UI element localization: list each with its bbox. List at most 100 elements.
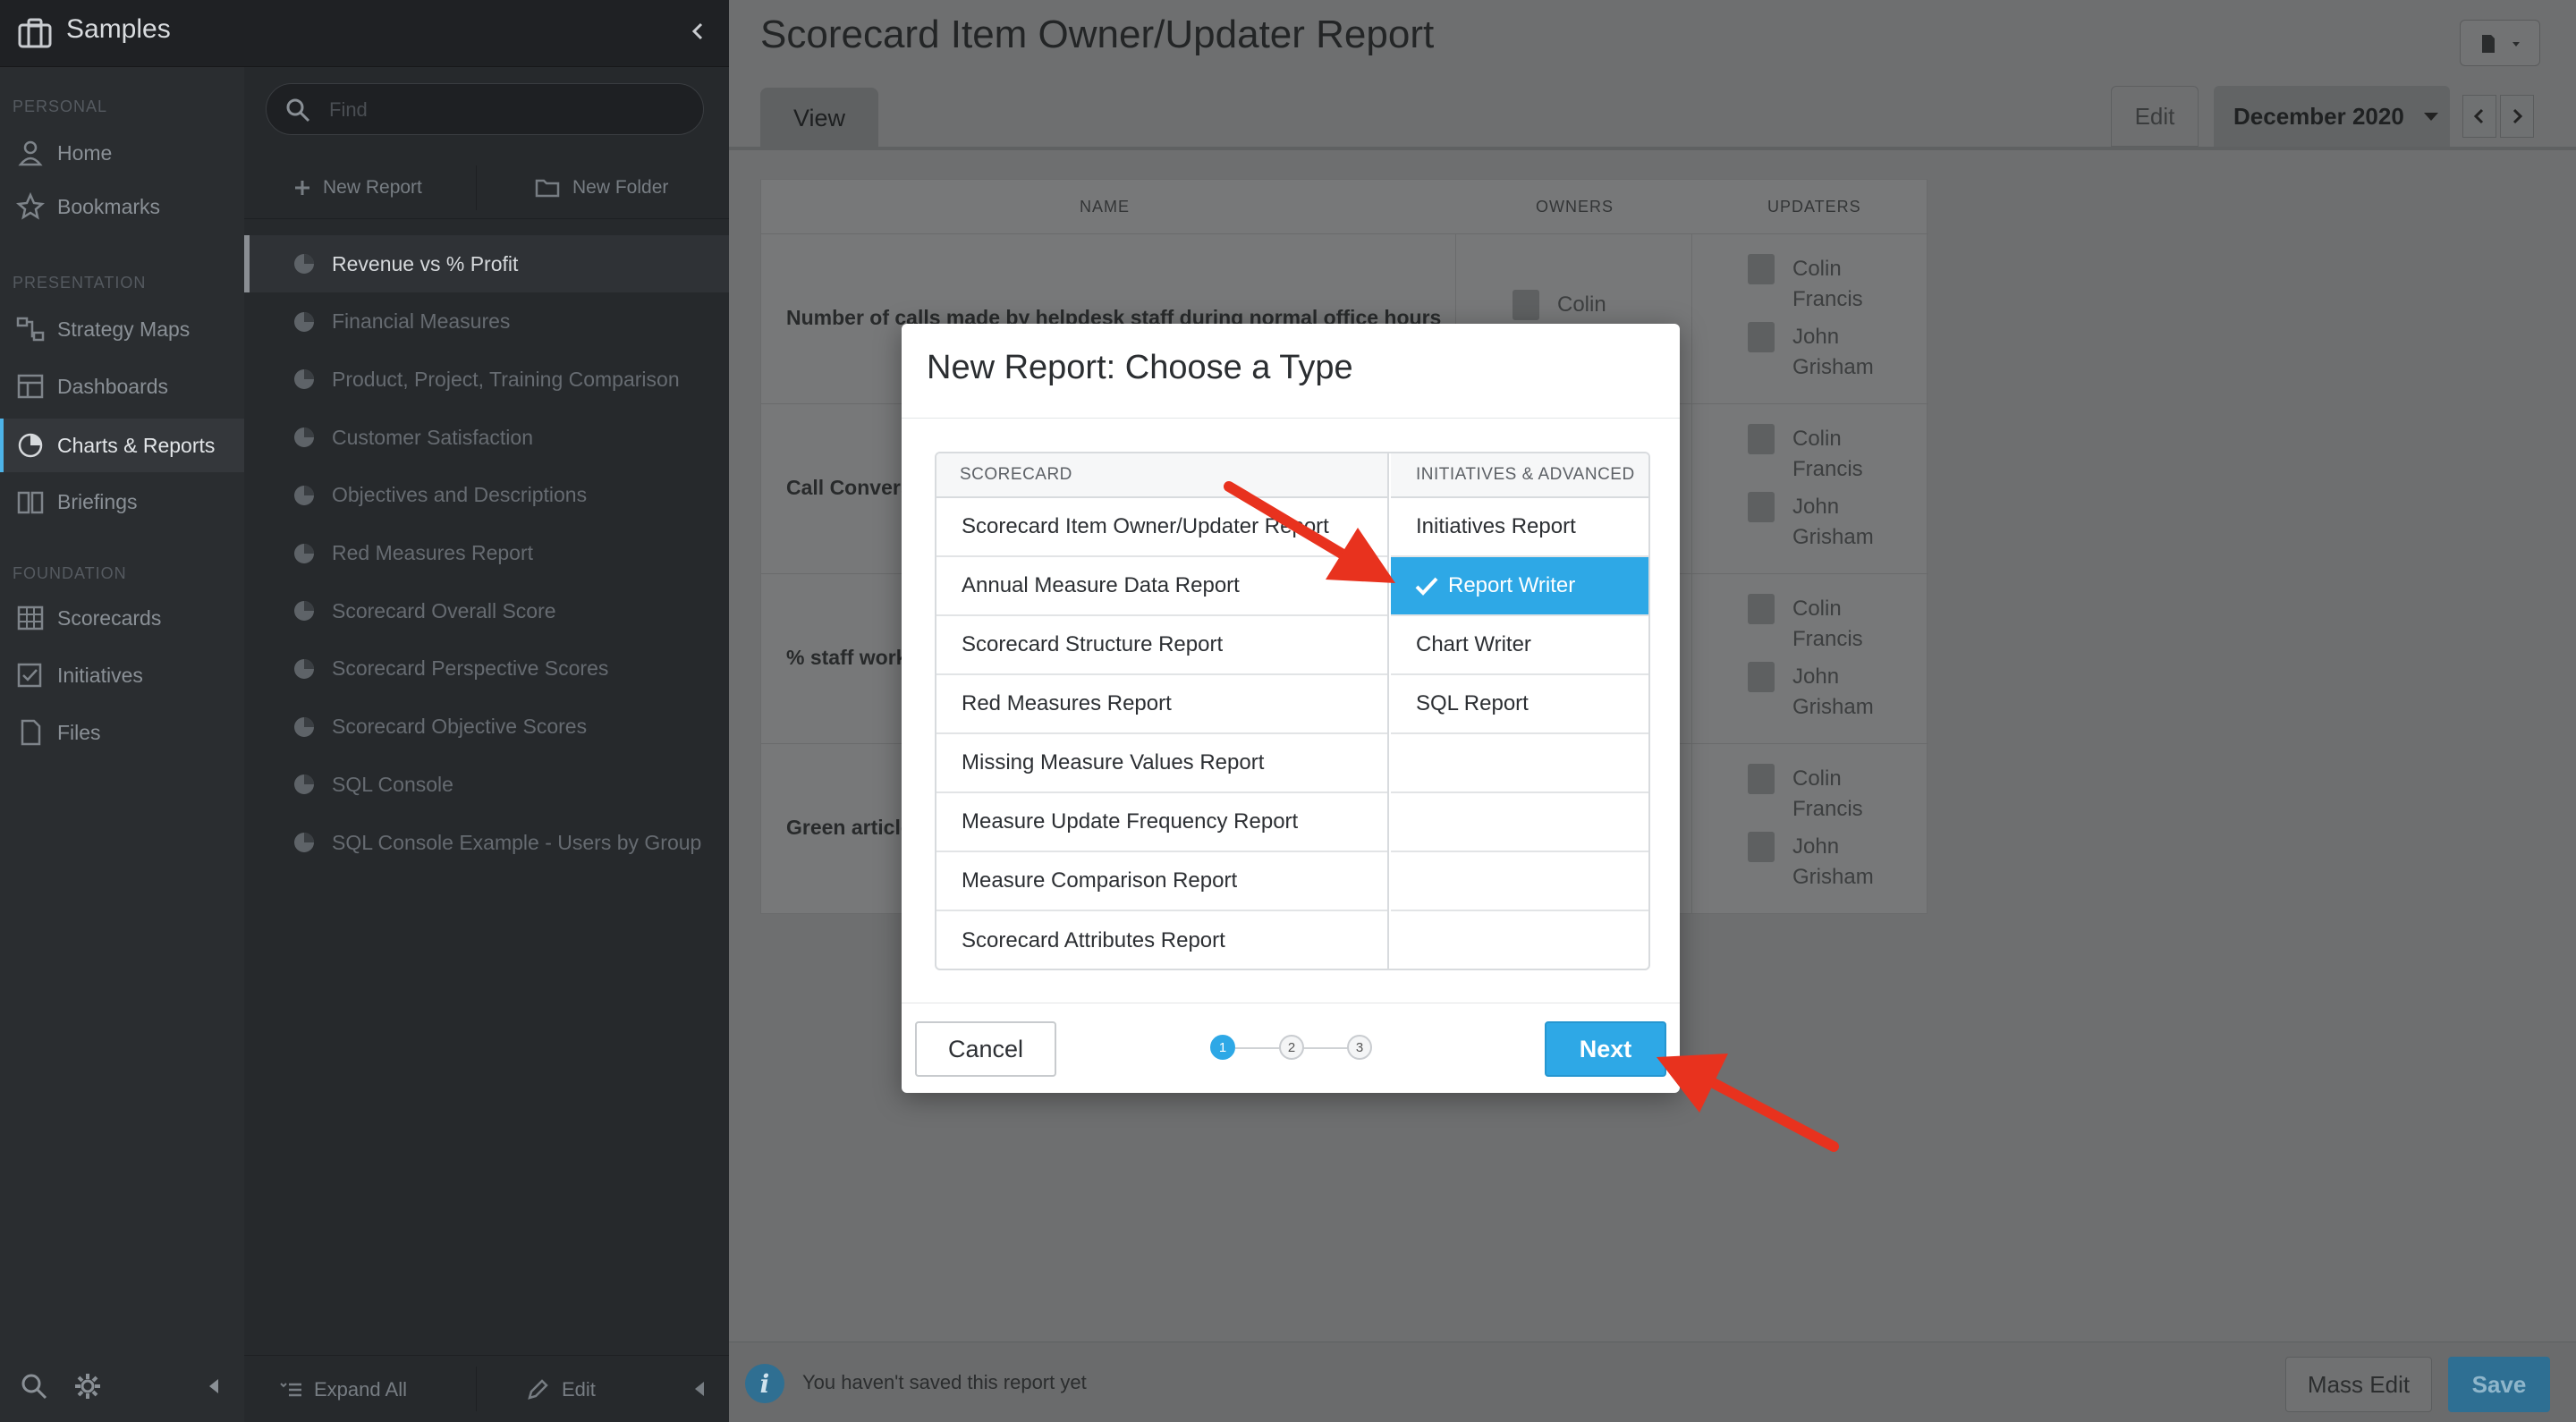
expand-icon xyxy=(280,1382,301,1396)
search-placeholder: Find xyxy=(329,98,368,121)
option-label: Report Writer xyxy=(1448,573,1576,597)
report-name: Customer Satisfaction xyxy=(332,425,533,449)
report-type-option[interactable]: Measure Update Frequency Report xyxy=(936,793,1387,852)
updater-name: Colin Francis xyxy=(1792,257,1863,311)
report-type-option[interactable]: Red Measures Report xyxy=(936,675,1387,734)
report-list-item[interactable]: Financial Measures xyxy=(244,293,729,351)
save-button[interactable]: Save xyxy=(2448,1357,2550,1412)
pie-chart-icon xyxy=(294,833,314,852)
sidebar-item-scorecards[interactable]: Scorecards xyxy=(0,591,244,645)
checkbox-icon xyxy=(17,663,42,688)
chevron-right-icon xyxy=(2512,108,2523,124)
sidebar-item-initiatives[interactable]: Initiatives xyxy=(0,648,244,702)
wizard-steps: 1 2 3 xyxy=(1210,1035,1373,1062)
plus-icon xyxy=(295,181,309,195)
report-list-item[interactable]: Customer Satisfaction xyxy=(244,409,729,466)
sidebar-item-charts-reports[interactable]: Charts & Reports xyxy=(0,419,244,472)
sidebar-item-label: Scorecards xyxy=(57,605,162,630)
sidebar-item-dashboards[interactable]: Dashboards xyxy=(0,360,244,413)
report-list-item[interactable]: Revenue vs % Profit xyxy=(244,235,729,292)
step-indicator: 2 xyxy=(1279,1035,1304,1060)
report-list-item[interactable]: Scorecard Overall Score xyxy=(244,582,729,639)
export-button[interactable] xyxy=(2460,20,2540,66)
tab-view[interactable]: View xyxy=(760,88,878,148)
empty-option-cell xyxy=(1391,734,1648,793)
report-type-option[interactable]: SQL Report xyxy=(1391,675,1648,734)
report-type-option[interactable]: Chart Writer xyxy=(1391,616,1648,675)
sidebar-item-briefings[interactable]: Briefings xyxy=(0,475,244,529)
app-brand[interactable]: Samples xyxy=(66,14,171,45)
gear-icon[interactable] xyxy=(73,1372,102,1401)
updater-cell: Colin Francis xyxy=(1748,254,1882,315)
option-label: Missing Measure Values Report xyxy=(962,750,1265,774)
sidebar-item-home[interactable]: Home xyxy=(0,126,244,180)
sidebar-item-label: Charts & Reports xyxy=(57,433,216,457)
pie-chart-icon xyxy=(18,433,43,458)
panel-footer: Expand All Edit xyxy=(244,1355,729,1422)
report-list-item[interactable]: Scorecard Objective Scores xyxy=(244,698,729,756)
sidebar-item-bookmarks[interactable]: Bookmarks xyxy=(0,180,244,233)
divider xyxy=(1691,404,1692,574)
pie-chart-icon xyxy=(294,311,314,332)
pie-chart-icon xyxy=(294,427,314,448)
report-type-option-selected[interactable]: Report Writer xyxy=(1391,557,1648,616)
expand-all-button[interactable]: Expand All xyxy=(280,1356,407,1422)
sidebar-item-label: Home xyxy=(57,140,113,165)
collapse-nav-icon[interactable] xyxy=(208,1377,220,1395)
report-type-option[interactable]: Initiatives Report xyxy=(1391,498,1648,557)
search-input[interactable]: Find xyxy=(266,83,704,135)
empty-option-cell xyxy=(1391,911,1648,969)
step-connector xyxy=(1235,1047,1280,1049)
info-icon: i xyxy=(745,1364,784,1403)
period-selector[interactable]: December 2020 xyxy=(2214,86,2450,147)
report-name: Objectives and Descriptions xyxy=(332,483,588,507)
report-list-item[interactable]: Red Measures Report xyxy=(244,525,729,582)
divider xyxy=(1691,234,1692,404)
next-period-button[interactable] xyxy=(2500,95,2534,138)
report-list-item[interactable]: SQL Console Example - Users by Group xyxy=(244,814,729,871)
report-type-option[interactable]: Measure Comparison Report xyxy=(936,852,1387,911)
report-name: SQL Console xyxy=(332,772,453,796)
updater-name: Colin Francis xyxy=(1792,766,1863,821)
report-type-option[interactable]: Scorecard Attributes Report xyxy=(936,911,1387,969)
report-name: Scorecard Perspective Scores xyxy=(332,656,609,681)
report-list-item[interactable]: Product, Project, Training Comparison xyxy=(244,351,729,408)
search-icon[interactable] xyxy=(20,1372,48,1401)
cancel-button[interactable]: Cancel xyxy=(915,1021,1056,1077)
sidebar-item-files[interactable]: Files xyxy=(0,706,244,759)
new-report-button[interactable]: New Report xyxy=(294,157,422,219)
updater-name: John Grisham xyxy=(1792,325,1874,379)
sidebar-item-strategy-maps[interactable]: Strategy Maps xyxy=(0,302,244,356)
report-type-option[interactable]: Scorecard Structure Report xyxy=(936,616,1387,675)
report-list-item[interactable]: Objectives and Descriptions xyxy=(244,467,729,524)
tab-edit[interactable]: Edit xyxy=(2111,86,2199,147)
pie-chart-icon xyxy=(294,485,314,505)
pie-chart-icon xyxy=(294,254,314,274)
updater-name: Colin Francis xyxy=(1792,597,1863,651)
column-header-advanced: INITIATIVES & ADVANCED xyxy=(1391,453,1648,498)
reports-panel: Find New Report New Folder Revenue vs % … xyxy=(244,67,729,1422)
mass-edit-button[interactable]: Mass Edit xyxy=(2285,1357,2432,1412)
avatar xyxy=(1748,424,1775,454)
step-indicator: 1 xyxy=(1210,1035,1235,1060)
page-title: Scorecard Item Owner/Updater Report xyxy=(760,13,1435,56)
previous-period-button[interactable] xyxy=(2462,95,2496,138)
updater-name: Colin Francis xyxy=(1792,427,1863,481)
report-list-item[interactable]: Scorecard Perspective Scores xyxy=(244,640,729,698)
file-icon xyxy=(21,719,41,746)
option-label: Scorecard Structure Report xyxy=(962,632,1224,656)
divider xyxy=(1691,574,1692,744)
avatar xyxy=(1748,594,1775,624)
collapse-panel-icon[interactable] xyxy=(687,18,708,45)
report-list-item[interactable]: SQL Console xyxy=(244,756,729,813)
sidebar-item-label: Bookmarks xyxy=(57,194,161,218)
sidebar-item-label: Strategy Maps xyxy=(57,317,191,341)
new-folder-button[interactable]: New Folder xyxy=(535,157,668,219)
collapse-panel-icon[interactable] xyxy=(693,1380,706,1398)
option-label: Measure Update Frequency Report xyxy=(962,809,1299,834)
sidebar-item-label: Briefings xyxy=(57,489,138,513)
grid-icon xyxy=(17,605,44,631)
panel-edit-button[interactable]: Edit xyxy=(526,1356,596,1422)
updater-cell: Colin Francis xyxy=(1748,764,1882,825)
report-type-option[interactable]: Missing Measure Values Report xyxy=(936,734,1387,793)
